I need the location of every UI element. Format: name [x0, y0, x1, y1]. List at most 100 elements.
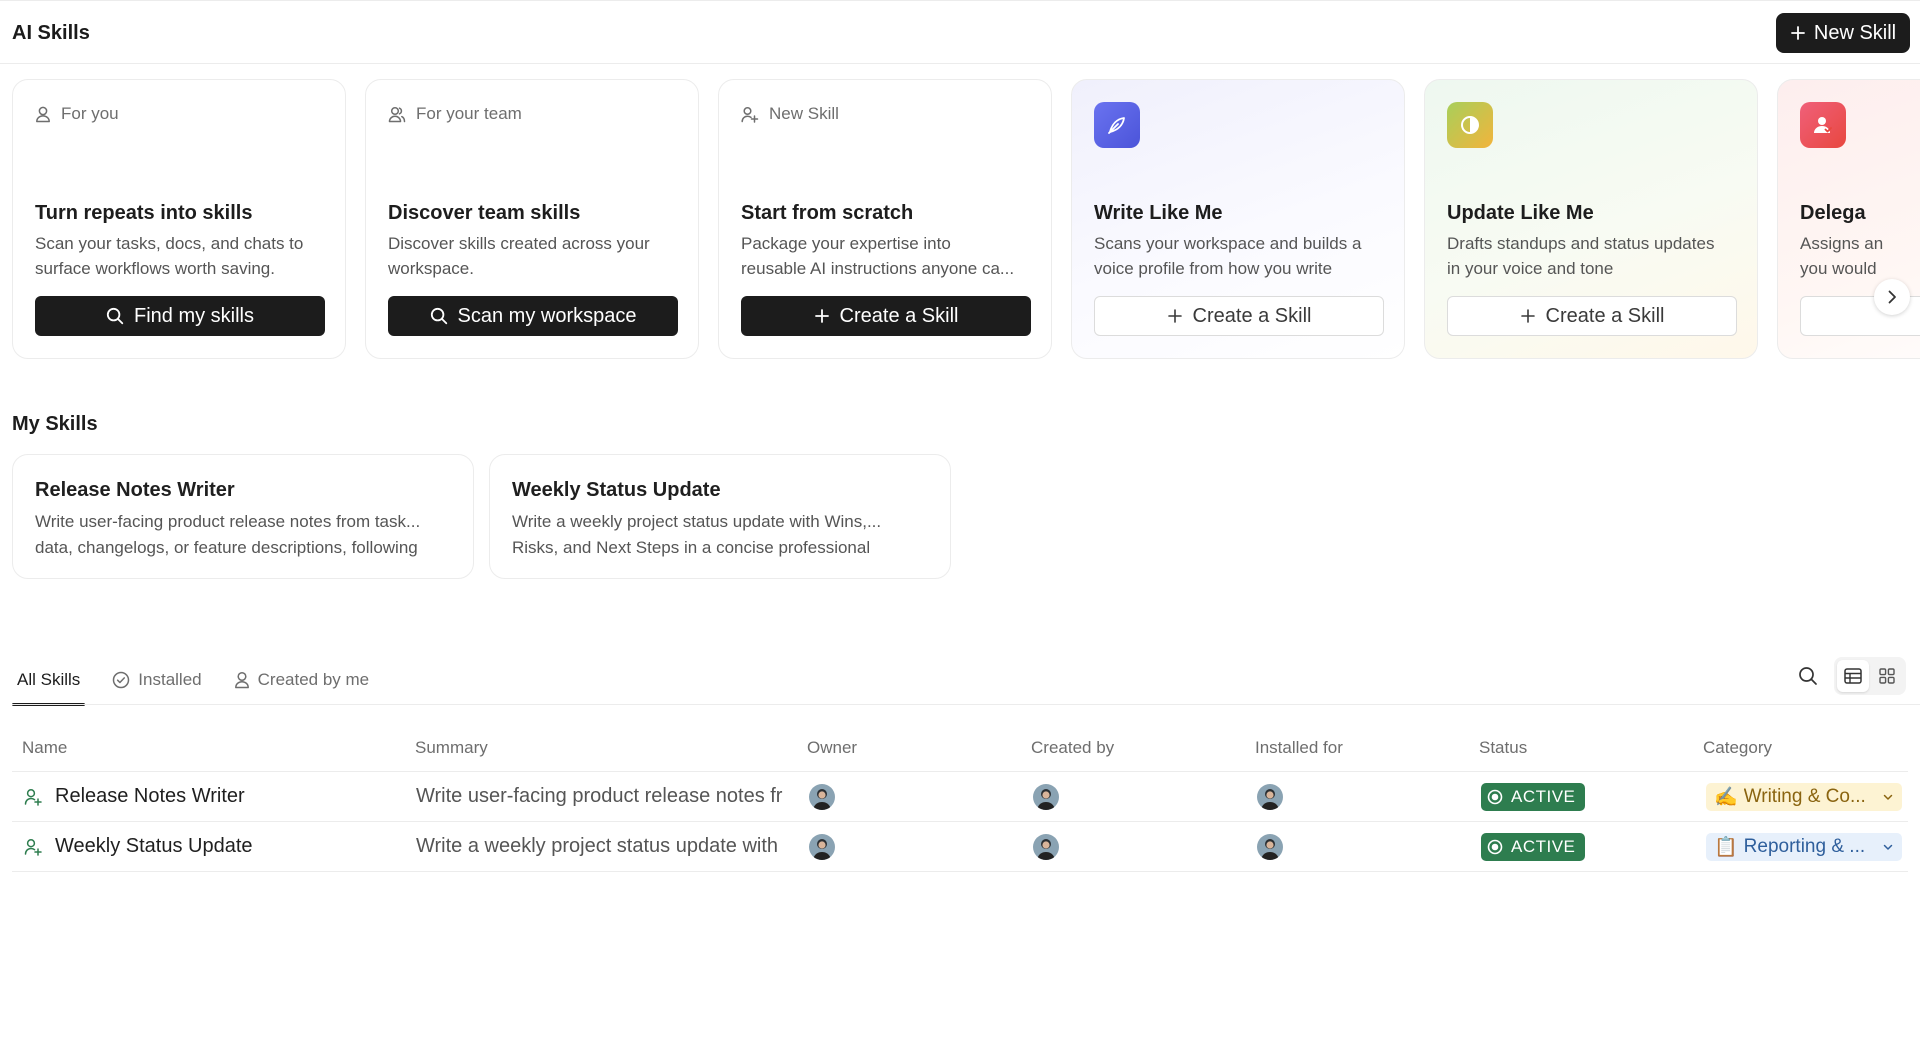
chevron-right-icon [1888, 290, 1896, 304]
table-search-button[interactable] [1794, 662, 1822, 690]
card-delegate: Delega Assigns an you would [1777, 79, 1920, 359]
my-skills-title: My Skills [12, 413, 98, 435]
tab-installed[interactable]: Installed [107, 656, 206, 704]
card-title: Turn repeats into skills [35, 202, 253, 224]
column-header-owner[interactable]: Owner [807, 738, 857, 758]
avatar[interactable] [809, 784, 835, 810]
top-bar: AI Skills New Skill [0, 0, 1920, 64]
plus-icon [1520, 309, 1535, 323]
table-icon [1844, 668, 1862, 684]
skill-icon [24, 789, 42, 806]
tab-created-by-me[interactable]: Created by me [229, 656, 375, 704]
card-description: Scan your tasks, docs, and chats to surf… [35, 234, 304, 278]
card-update-like-me: Update Like Me Drafts standups and statu… [1424, 79, 1758, 359]
card-title: Update Like Me [1447, 202, 1594, 224]
featured-skills-carousel: For you Turn repeats into skills Scan yo… [12, 79, 1920, 359]
card-write-like-me: Write Like Me Scans your workspace and b… [1071, 79, 1405, 359]
skills-tabs: All Skills Installed Created by me [12, 656, 375, 706]
column-header-status[interactable]: Status [1479, 738, 1527, 758]
category-emoji: ✍️ [1714, 787, 1738, 808]
card-eyebrow: New Skill [741, 104, 839, 124]
plus-icon [814, 309, 829, 323]
skill-description: Write user-facing product release notes … [35, 512, 421, 557]
card-eyebrow: For you [35, 104, 119, 124]
grid-view-button[interactable] [1871, 660, 1903, 692]
create-skill-button[interactable]: Create a Skill [1094, 296, 1384, 336]
plus-icon [1790, 26, 1805, 40]
avatar[interactable] [809, 834, 835, 860]
skill-summary: Write a weekly project status update wit… [416, 835, 779, 857]
card-description: Scans your workspace and builds a voice … [1094, 234, 1362, 278]
column-header-name[interactable]: Name [22, 738, 67, 758]
find-my-skills-button[interactable]: Find my skills [35, 296, 325, 336]
tab-all-skills[interactable]: All Skills [12, 656, 86, 706]
column-header-summary[interactable]: Summary [415, 738, 488, 758]
search-icon [430, 307, 447, 325]
check-circle-icon [113, 671, 130, 689]
skill-icon [24, 839, 42, 856]
category-emoji: 📋 [1714, 837, 1738, 858]
card-description: Package your expertise into reusable AI … [741, 234, 1015, 278]
status-active-icon [1487, 839, 1503, 855]
avatar[interactable] [1033, 784, 1059, 810]
create-skill-button[interactable]: Create a Skill [741, 296, 1031, 336]
status-badge: ACTIVE [1481, 783, 1586, 811]
card-description: Assigns an you would [1800, 234, 1884, 278]
person-icon [234, 671, 249, 689]
view-toggle [1834, 657, 1906, 695]
scan-my-workspace-button[interactable]: Scan my workspace [388, 296, 678, 336]
column-header-category[interactable]: Category [1703, 738, 1772, 758]
status-active-icon [1487, 789, 1503, 805]
table-row[interactable]: Weekly Status Update Write a weekly proj… [12, 822, 1908, 872]
team-icon [388, 106, 406, 122]
skill-title: Release Notes Writer [35, 479, 235, 501]
card-for-you: For you Turn repeats into skills Scan yo… [12, 79, 346, 359]
column-header-installed-for[interactable]: Installed for [1255, 738, 1343, 758]
search-icon [106, 307, 124, 325]
create-skill-button[interactable]: Create a Skill [1447, 296, 1737, 336]
skill-name[interactable]: Release Notes Writer [55, 785, 245, 808]
category-label: Writing & Co... [1743, 786, 1866, 807]
chevron-down-icon [1883, 844, 1893, 850]
plus-icon [1167, 309, 1182, 323]
card-eyebrow: For your team [388, 104, 522, 124]
search-icon [1799, 667, 1817, 685]
column-header-created-by[interactable]: Created by [1031, 738, 1114, 758]
carousel-next-button[interactable] [1874, 279, 1910, 315]
skill-title: Weekly Status Update [512, 479, 721, 501]
skill-name[interactable]: Weekly Status Update [55, 835, 253, 858]
tabs-divider [12, 704, 1920, 705]
new-skill-button[interactable]: New Skill [1776, 13, 1910, 53]
status-badge: ACTIVE [1481, 833, 1586, 861]
card-for-your-team: For your team Discover team skills Disco… [365, 79, 699, 359]
new-skill-label: New Skill [1813, 21, 1897, 44]
card-title: Delega [1800, 202, 1866, 224]
delegate-person-icon [1800, 102, 1846, 148]
category-select[interactable]: ✍️ Writing & Co... [1706, 783, 1902, 811]
feather-icon [1094, 102, 1140, 148]
page-title: AI Skills [12, 22, 90, 44]
table-row[interactable]: Release Notes Writer Write user-facing p… [12, 772, 1908, 822]
avatar[interactable] [1033, 834, 1059, 860]
clock-icon [1447, 102, 1493, 148]
card-description: Discover skills created across your work… [388, 234, 650, 278]
grid-icon [1879, 668, 1895, 684]
card-title: Start from scratch [741, 202, 914, 224]
category-label: Reporting & ... [1743, 836, 1866, 857]
table-header: Name Summary Owner Created by Installed … [12, 730, 1908, 772]
avatar[interactable] [1257, 784, 1283, 810]
category-select[interactable]: 📋 Reporting & ... [1706, 833, 1902, 861]
skill-summary: Write user-facing product release notes … [416, 785, 783, 807]
card-title: Write Like Me [1094, 202, 1223, 224]
skill-description: Write a weekly project status update wit… [512, 512, 882, 557]
table-view-button[interactable] [1837, 660, 1869, 692]
person-icon [36, 106, 50, 122]
chevron-down-icon [1883, 794, 1893, 800]
my-skill-card-release-notes[interactable]: Release Notes Writer Write user-facing p… [12, 454, 474, 579]
card-title: Discover team skills [388, 202, 581, 224]
new-skill-icon [741, 106, 759, 123]
my-skill-card-weekly-status[interactable]: Weekly Status Update Write a weekly proj… [489, 454, 951, 579]
card-description: Drafts standups and status updates in yo… [1447, 234, 1715, 278]
avatar[interactable] [1257, 834, 1283, 860]
card-new-skill: New Skill Start from scratch Package you… [718, 79, 1052, 359]
